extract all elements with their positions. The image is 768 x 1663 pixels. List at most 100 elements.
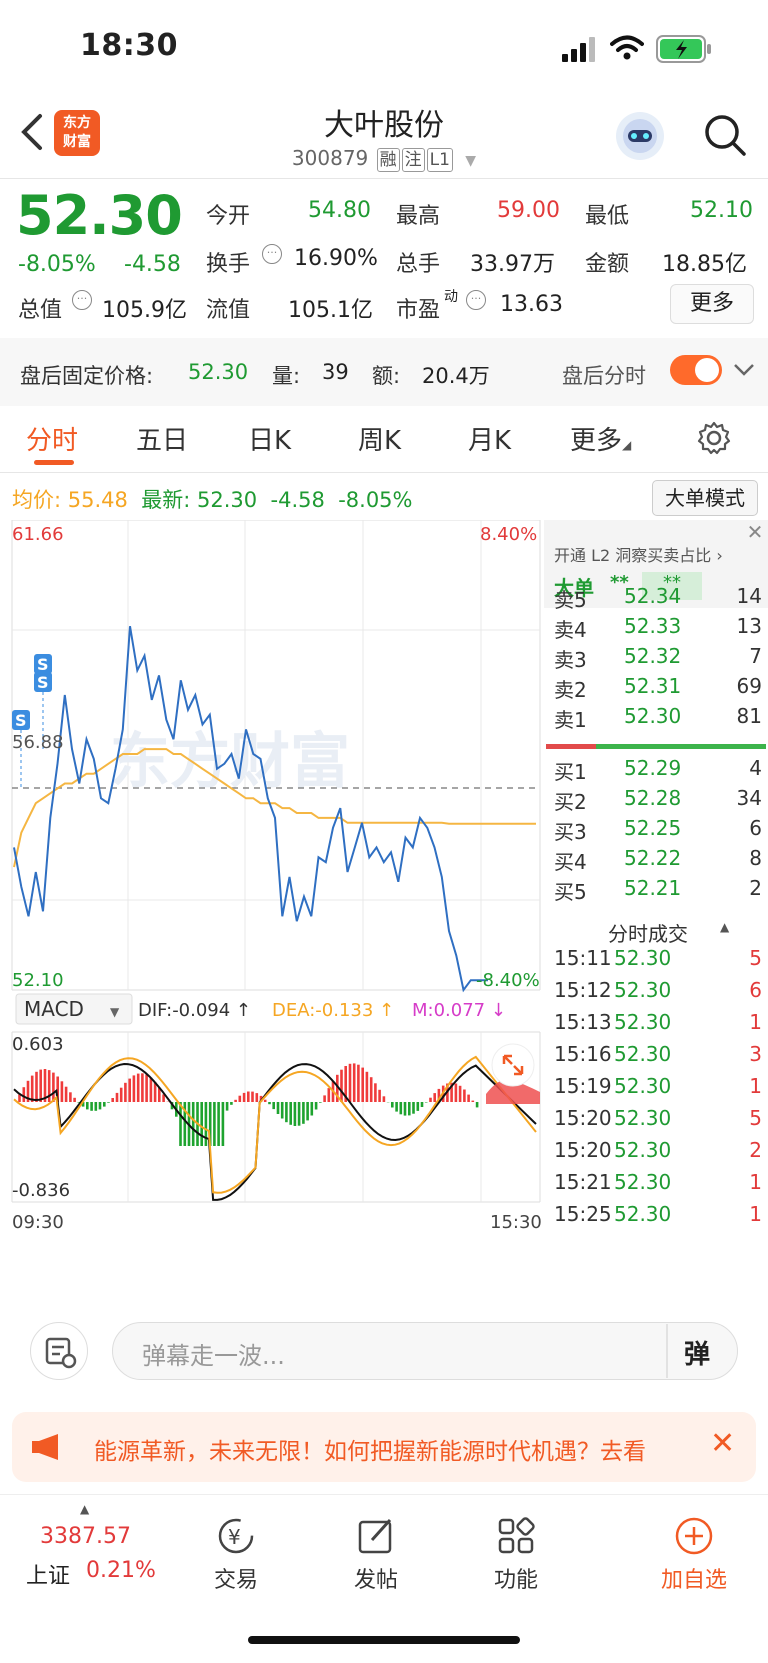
nav-post[interactable]: 发帖 xyxy=(316,1514,436,1594)
dif-line xyxy=(13,1062,537,1201)
tab-timeshare[interactable]: 分时 xyxy=(26,420,78,457)
nav-functions-label: 功能 xyxy=(493,1568,538,1593)
danmu-placeholder: 弹幕走一波... xyxy=(142,1342,285,1370)
ask-volume: 14 xyxy=(736,584,762,608)
bid-row: 买3 52.25 6 xyxy=(544,816,768,848)
chevron-up-icon: ▲ xyxy=(720,920,730,934)
trade-price: 52.30 xyxy=(614,978,672,1002)
macd-histogram xyxy=(18,1063,479,1146)
change-value: -4.58 xyxy=(124,252,181,277)
macd-bar xyxy=(230,1102,233,1105)
l2-promo-text[interactable]: 开通 L2 洞察买卖占比 › xyxy=(554,542,723,566)
trade-row: 15:11 52.30 5 xyxy=(544,946,768,978)
volume-label: 总手 xyxy=(396,252,441,277)
macd-bar xyxy=(213,1102,216,1146)
tab-weekly-k[interactable]: 周K xyxy=(358,420,401,457)
macd-bar xyxy=(238,1095,242,1102)
bid-label: 买2 xyxy=(554,790,587,814)
macd-bar xyxy=(263,1099,267,1102)
macd-bar xyxy=(365,1071,369,1102)
macd-bar xyxy=(463,1089,466,1102)
macd-bar xyxy=(272,1102,275,1110)
pct-max-label: 8.40% xyxy=(480,524,537,545)
ask-price: 52.33 xyxy=(624,614,682,638)
tab-more[interactable]: 更多◢ xyxy=(570,420,631,457)
bid-volume: 2 xyxy=(749,876,762,900)
trade-volume: 1 xyxy=(749,1074,762,1098)
ask-row: 卖2 52.31 69 xyxy=(544,674,768,706)
nav-trade-label: 交易 xyxy=(213,1568,258,1593)
search-icon[interactable] xyxy=(702,112,748,158)
bid-volume: 4 xyxy=(749,756,762,780)
assistant-avatar[interactable] xyxy=(616,112,664,160)
index-value[interactable]: 3387.57 xyxy=(40,1524,131,1549)
info-icon[interactable]: ··· xyxy=(72,290,92,310)
danmu-toggle-button[interactable]: 弹 xyxy=(684,1334,710,1371)
bid-row: 买4 52.22 8 xyxy=(544,846,768,878)
nav-add-watchlist[interactable]: 加自选 xyxy=(634,1514,754,1594)
nav-trade[interactable]: ¥ 交易 xyxy=(176,1514,296,1594)
avg-label: 均价: xyxy=(12,488,62,512)
latest-pct: -8.05% xyxy=(338,488,413,512)
bid-label: 买5 xyxy=(554,880,587,904)
active-tab-indicator xyxy=(34,460,74,465)
info-icon[interactable]: ··· xyxy=(466,290,486,310)
info-icon[interactable]: ··· xyxy=(262,244,282,264)
macd-bar xyxy=(60,1081,64,1102)
chevron-down-icon: ▼ xyxy=(110,1005,120,1019)
close-icon[interactable]: ✕ xyxy=(710,1426,735,1461)
macd-bar xyxy=(280,1102,284,1119)
more-quote-button[interactable]: 更多 xyxy=(670,284,754,324)
macd-bar xyxy=(475,1102,479,1108)
trade-volume: 5 xyxy=(749,946,762,970)
tab-daily-k[interactable]: 日K xyxy=(248,420,291,457)
buy-ratio-bar xyxy=(596,744,766,749)
expand-button[interactable] xyxy=(491,1043,535,1087)
macd-bar xyxy=(391,1102,394,1108)
macd-bar xyxy=(408,1102,411,1116)
trade-volume: 1 xyxy=(749,1010,762,1034)
macd-bar xyxy=(412,1102,415,1114)
tab-five-day[interactable]: 五日 xyxy=(136,420,188,457)
chevron-down-icon[interactable] xyxy=(732,362,756,378)
trades-title[interactable]: 分时成交 xyxy=(608,918,688,947)
ask-price: 52.32 xyxy=(624,644,682,668)
bid-price: 52.21 xyxy=(624,876,682,900)
macd-bar xyxy=(433,1093,436,1102)
open-value: 54.80 xyxy=(308,198,371,223)
macd-bar xyxy=(69,1092,72,1102)
settings-gear-icon[interactable] xyxy=(696,420,732,456)
trade-volume: 6 xyxy=(749,978,762,1002)
tab-monthly-k[interactable]: 月K xyxy=(468,420,511,457)
ymax-label: 61.66 xyxy=(12,524,64,545)
macd-bar xyxy=(255,1093,259,1102)
after-hours-price-label: 盘后固定价格: xyxy=(20,364,154,388)
ask-price: 52.34 xyxy=(624,584,682,608)
trade-price: 52.30 xyxy=(614,1106,672,1130)
trade-price: 52.30 xyxy=(614,1074,672,1098)
big-order-mode-button[interactable]: 大单模式 xyxy=(652,480,758,516)
ymin-label: 52.10 xyxy=(12,970,64,991)
macd-bar xyxy=(124,1082,127,1102)
latest-change: -4.58 xyxy=(270,488,325,512)
timeshare-chart[interactable]: 东方财富 S S S 61.66 56.88 52.10 8.40% -8.40… xyxy=(0,520,544,1300)
bid-label: 买4 xyxy=(554,850,587,874)
pe-label: 市盈 xyxy=(396,298,441,323)
macd-bar xyxy=(128,1078,131,1102)
close-icon[interactable]: ✕ xyxy=(742,520,768,546)
nav-functions[interactable]: 功能 xyxy=(456,1514,576,1594)
trade-row: 15:19 52.30 1 xyxy=(544,1074,768,1106)
sell-markers[interactable]: S S S xyxy=(12,654,52,790)
trade-row: 15:16 52.30 3 xyxy=(544,1042,768,1074)
low-label: 最低 xyxy=(585,204,630,229)
home-indicator xyxy=(248,1636,520,1644)
toggle-knob xyxy=(695,358,719,382)
after-hours-price: 52.30 xyxy=(188,360,249,384)
ask-row: 卖3 52.32 7 xyxy=(544,644,768,676)
macd-bar xyxy=(340,1069,343,1102)
index-pct[interactable]: 0.21% xyxy=(86,1558,156,1583)
index-name[interactable]: 上证 xyxy=(26,1558,70,1590)
macd-bar xyxy=(348,1063,352,1102)
comment-settings-button[interactable] xyxy=(30,1322,88,1380)
promo-banner-text[interactable]: 能源革新，未来无限！如何把握新能源时代机遇？去看 xyxy=(94,1432,702,1466)
